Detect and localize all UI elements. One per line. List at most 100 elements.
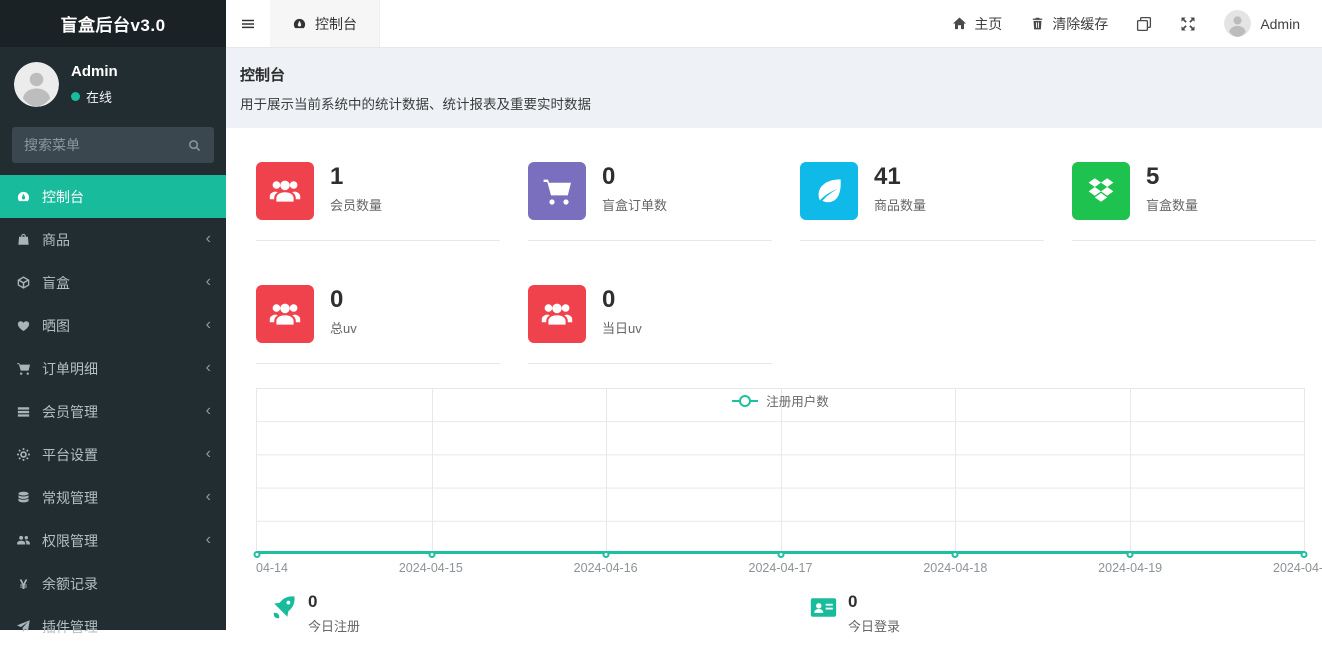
stat-cards: 1 会员数量 0 盲盒订单数 41 商品数量 5 盲盒数量 0 总uv bbox=[256, 158, 1316, 364]
cube-icon bbox=[15, 275, 32, 291]
stat-value: 0 bbox=[330, 287, 357, 312]
bag-icon bbox=[15, 232, 32, 248]
sidebar-item-plugins[interactable]: 插件管理 bbox=[0, 605, 226, 648]
avatar bbox=[1224, 10, 1251, 37]
home-label: 主页 bbox=[974, 14, 1002, 34]
sidebar-item-photos[interactable]: 晒图 ‹ bbox=[0, 304, 226, 347]
chart-point-marker bbox=[952, 551, 959, 558]
list-icon bbox=[15, 404, 32, 420]
sidebar-item-label: 订单明细 bbox=[42, 359, 98, 379]
chart-point-marker bbox=[1126, 551, 1133, 558]
x-axis-tick-label: 2024-04-17 bbox=[749, 561, 813, 575]
stat-card-box-orders: 0 盲盒订单数 bbox=[528, 158, 772, 241]
x-axis-tick-label: 2024-04-20 bbox=[1273, 561, 1322, 575]
paper-plane-icon bbox=[15, 619, 32, 635]
user-name: Admin bbox=[71, 63, 118, 80]
stat-label: 盲盒订单数 bbox=[602, 195, 667, 214]
tab-label: 控制台 bbox=[315, 14, 357, 34]
tab-dashboard[interactable]: 控制台 bbox=[270, 0, 380, 47]
chevron-left-icon: ‹ bbox=[206, 532, 211, 550]
page-title: 控制台 bbox=[240, 64, 1306, 85]
stat-label: 会员数量 bbox=[330, 195, 382, 214]
search-icon[interactable] bbox=[187, 138, 202, 153]
chevron-left-icon: ‹ bbox=[206, 489, 211, 507]
stat-value: 0 bbox=[308, 592, 360, 612]
stat-value: 0 bbox=[602, 287, 642, 312]
chart-gridline bbox=[781, 388, 782, 554]
stat-value: 0 bbox=[602, 164, 667, 189]
stat-label: 商品数量 bbox=[874, 195, 926, 214]
group-icon bbox=[256, 162, 314, 220]
search-placeholder: 搜索菜单 bbox=[24, 135, 187, 155]
sidebar-item-orders[interactable]: 订单明细 ‹ bbox=[0, 347, 226, 390]
sidebar-item-label: 平台设置 bbox=[42, 445, 98, 465]
gear-icon bbox=[15, 447, 32, 463]
legend-label: 注册用户数 bbox=[766, 391, 829, 410]
user-menu[interactable]: Admin bbox=[1224, 10, 1300, 37]
gauge-icon bbox=[15, 189, 32, 205]
hamburger-icon[interactable] bbox=[226, 0, 270, 47]
chevron-left-icon: ‹ bbox=[206, 360, 211, 378]
chevron-left-icon: ‹ bbox=[206, 403, 211, 421]
chevron-left-icon: ‹ bbox=[206, 231, 211, 249]
clear-cache-label: 清除缓存 bbox=[1052, 14, 1108, 34]
sidebar-item-balance[interactable]: ¥ 余额记录 bbox=[0, 562, 226, 605]
yen-icon: ¥ bbox=[15, 576, 32, 592]
sidebar-item-label: 会员管理 bbox=[42, 402, 98, 422]
sidebar-item-platform-settings[interactable]: 平台设置 ‹ bbox=[0, 433, 226, 476]
x-axis-tick-label: 2024-04-15 bbox=[399, 561, 463, 575]
search-input[interactable]: 搜索菜单 bbox=[12, 127, 214, 163]
stat-label: 今日登录 bbox=[848, 616, 900, 635]
chevron-left-icon: ‹ bbox=[206, 317, 211, 335]
sidebar: 盲盒后台v3.0 Admin 在线 搜索菜单 控制台 商品 ‹ bbox=[0, 0, 226, 630]
gauge-icon bbox=[292, 16, 307, 31]
home-button[interactable]: 主页 bbox=[952, 14, 1002, 34]
chart-gridline bbox=[432, 388, 433, 554]
sidebar-item-members[interactable]: 会员管理 ‹ bbox=[0, 390, 226, 433]
x-axis-tick-label: 2024-04-19 bbox=[1098, 561, 1162, 575]
sidebar-item-label: 商品 bbox=[42, 230, 70, 250]
idcard-icon bbox=[810, 594, 837, 621]
page-subtitle: 用于展示当前系统中的统计数据、统计报表及重要实时数据 bbox=[240, 93, 1306, 113]
chart-point-marker bbox=[428, 551, 435, 558]
sidebar-item-label: 插件管理 bbox=[42, 617, 98, 637]
chart-gridline bbox=[606, 388, 607, 554]
stat-label: 当日uv bbox=[602, 318, 642, 337]
trash-icon bbox=[1030, 16, 1045, 31]
stat-card-total-uv: 0 总uv bbox=[256, 281, 500, 364]
registered-users-chart: 注册用户数 2024-04-14 2024-04-15 2024-04-16 2024… bbox=[256, 388, 1305, 576]
x-axis-tick-label: 2024-04-18 bbox=[923, 561, 987, 575]
stat-label: 今日注册 bbox=[308, 616, 360, 635]
sidebar-menu: 控制台 商品 ‹ 盲盒 ‹ 晒图 ‹ 订单明细 ‹ 会员管理 ‹ bbox=[0, 175, 226, 648]
sidebar-item-general[interactable]: 常规管理 ‹ bbox=[0, 476, 226, 519]
stat-value: 0 bbox=[848, 592, 900, 612]
stat-card-members: 1 会员数量 bbox=[256, 158, 500, 241]
sidebar-item-label: 控制台 bbox=[42, 187, 84, 207]
chart-point-marker bbox=[1301, 551, 1308, 558]
sidebar-item-goods[interactable]: 商品 ‹ bbox=[0, 218, 226, 261]
sidebar-item-label: 余额记录 bbox=[42, 574, 98, 594]
clone-icon[interactable] bbox=[1136, 16, 1152, 32]
x-axis-tick-label: 2024-04-14 bbox=[256, 561, 288, 575]
sidebar-item-dashboard[interactable]: 控制台 bbox=[0, 175, 226, 218]
chart-point-marker bbox=[603, 551, 610, 558]
fullscreen-icon[interactable] bbox=[1180, 16, 1196, 32]
avatar bbox=[14, 62, 59, 107]
stat-value: 1 bbox=[330, 164, 382, 189]
chevron-left-icon: ‹ bbox=[206, 274, 211, 292]
sidebar-item-permissions[interactable]: 权限管理 ‹ bbox=[0, 519, 226, 562]
home-icon bbox=[952, 16, 967, 31]
users-icon bbox=[15, 533, 32, 549]
chart-legend[interactable]: 注册用户数 bbox=[257, 391, 1304, 410]
sidebar-item-label: 权限管理 bbox=[42, 531, 98, 551]
clear-cache-button[interactable]: 清除缓存 bbox=[1030, 14, 1108, 34]
sidebar-item-blindbox[interactable]: 盲盒 ‹ bbox=[0, 261, 226, 304]
x-axis-tick-label: 2024-04-16 bbox=[574, 561, 638, 575]
footer-stats: 0 今日注册 0 今日登录 bbox=[256, 592, 1316, 648]
stat-value: 41 bbox=[874, 164, 926, 189]
sidebar-item-label: 晒图 bbox=[42, 316, 70, 336]
online-status-dot bbox=[71, 92, 80, 101]
stat-today-login: 0 今日登录 bbox=[810, 592, 900, 635]
stat-label: 总uv bbox=[330, 318, 357, 337]
chart-plot: 注册用户数 bbox=[256, 388, 1305, 554]
